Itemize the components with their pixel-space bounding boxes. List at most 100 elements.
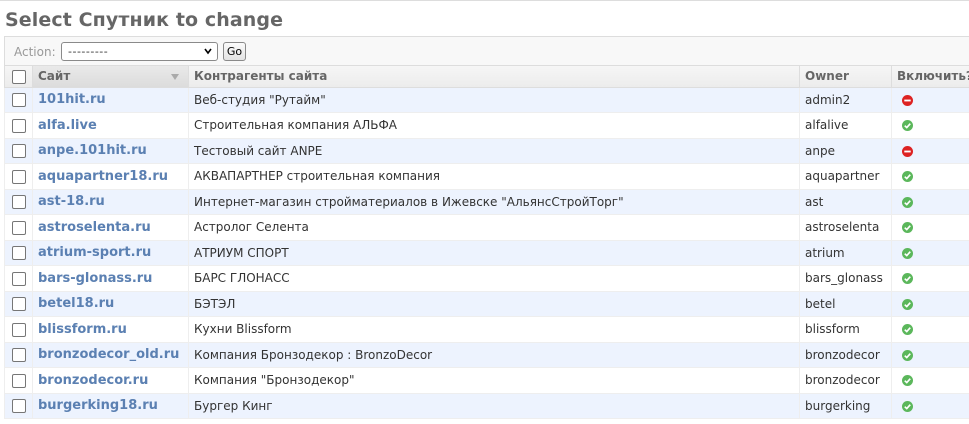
row-select-checkbox[interactable] <box>11 169 26 184</box>
site-link[interactable]: bars-glonass.ru <box>38 271 152 286</box>
row-select-checkbox[interactable] <box>11 348 26 362</box>
site-cell: anpe.101hit.ru <box>32 138 189 164</box>
row-select-cell <box>4 214 33 241</box>
row-select-cell <box>4 163 33 190</box>
site-link[interactable]: anpe.101hit.ru <box>38 143 147 158</box>
column-header-site[interactable]: Сайт <box>32 66 189 88</box>
contractor-cell: Бургер Кинг <box>188 393 800 419</box>
site-link[interactable]: betel18.ru <box>38 296 114 311</box>
row-select-checkbox[interactable] <box>11 297 26 311</box>
row-select-cell <box>4 138 33 164</box>
table-row: bars-glonass.ru БАРС ГЛОНАСС bars_glonass <box>4 265 969 292</box>
check-circle-icon <box>902 120 913 132</box>
row-select-cell <box>4 265 33 292</box>
check-circle-icon <box>902 324 913 336</box>
row-select-checkbox[interactable] <box>11 322 26 337</box>
contractor-cell: Строительная компания АЛЬФА <box>188 112 800 139</box>
row-select-checkbox[interactable] <box>11 373 26 388</box>
site-link[interactable]: blissform.ru <box>38 322 127 337</box>
column-header-owner[interactable]: Owner <box>799 66 892 88</box>
row-select-cell <box>4 87 33 113</box>
owner-cell: alfalive <box>799 112 892 139</box>
row-select-cell <box>4 367 33 394</box>
owner-cell: bars_glonass <box>799 265 892 292</box>
enabled-cell <box>891 163 969 190</box>
select-all-checkbox[interactable] <box>11 69 26 84</box>
actions-bar: Action: --------- Go <box>4 36 969 66</box>
site-link[interactable]: bronzodecor_old.ru <box>38 347 179 362</box>
column-header-owner-label: Owner <box>805 69 849 84</box>
owner-cell: bronzodecor <box>799 342 892 368</box>
site-link[interactable]: burgerking18.ru <box>38 398 158 413</box>
owner-cell: aquapartner <box>799 163 892 190</box>
contractor-cell: АКВАПАРТНЕР строительная компания <box>188 163 800 190</box>
row-select-checkbox[interactable] <box>11 195 26 209</box>
owner-cell: ast <box>799 189 892 215</box>
row-select-checkbox[interactable] <box>11 399 26 413</box>
action-label: Action: <box>14 45 56 59</box>
row-select-cell <box>4 189 33 215</box>
site-link[interactable]: 101hit.ru <box>38 92 106 107</box>
site-cell: betel18.ru <box>32 291 189 317</box>
site-cell: astroselenta.ru <box>32 214 189 241</box>
minus-circle-icon <box>902 94 913 106</box>
site-cell: bronzodecor_old.ru <box>32 342 189 368</box>
site-cell: ast-18.ru <box>32 189 189 215</box>
row-select-checkbox[interactable] <box>11 220 26 235</box>
sort-triangle-icon[interactable] <box>170 73 180 81</box>
top-divider <box>0 0 969 1</box>
table-row: astroselenta.ru Астролог Селента astrosele… <box>4 214 969 241</box>
enabled-cell <box>891 138 969 164</box>
enabled-cell <box>891 367 969 394</box>
owner-cell: burgerking <box>799 393 892 419</box>
enabled-cell <box>891 393 969 419</box>
check-circle-icon <box>902 400 913 412</box>
contractor-cell: Интернет-магазин стройматериалов в Ижевс… <box>188 189 800 215</box>
contractor-cell: БЭТЭЛ <box>188 291 800 317</box>
enabled-cell <box>891 291 969 317</box>
contractor-cell: Кухни Blissform <box>188 316 800 343</box>
row-select-cell <box>4 240 33 266</box>
row-select-checkbox[interactable] <box>11 271 26 286</box>
contractor-cell: Веб-студия "Рутайм" <box>188 87 800 113</box>
site-link[interactable]: astroselenta.ru <box>38 220 151 235</box>
owner-cell: atrium <box>799 240 892 266</box>
site-link[interactable]: bronzodecor.ru <box>38 373 148 388</box>
enabled-cell <box>891 189 969 215</box>
contractor-cell: Астролог Селента <box>188 214 800 241</box>
contractor-cell: БАРС ГЛОНАСС <box>188 265 800 292</box>
table-row: alfa.live Строительная компания АЛЬФА alfa… <box>4 112 969 139</box>
table-row: bronzodecor.ru Компания "Бронзодекор" bron… <box>4 367 969 394</box>
site-link[interactable]: atrium-sport.ru <box>38 245 151 260</box>
site-cell: 101hit.ru <box>32 87 189 113</box>
row-select-checkbox[interactable] <box>11 93 26 107</box>
contractor-cell: Компания Бронзодекор : BronzoDecor <box>188 342 800 368</box>
enabled-cell <box>891 316 969 343</box>
column-header-enabled[interactable]: Включить? <box>891 66 969 88</box>
page-title: Select Спутник to change <box>5 9 284 31</box>
table-row: burgerking18.ru Бургер Кинг burgerking <box>4 393 969 419</box>
site-cell: aquapartner18.ru <box>32 163 189 190</box>
owner-cell: betel <box>799 291 892 317</box>
row-select-checkbox[interactable] <box>11 246 26 260</box>
check-circle-icon <box>902 171 913 183</box>
row-select-checkbox[interactable] <box>11 144 26 158</box>
row-select-checkbox[interactable] <box>11 118 26 133</box>
site-link[interactable]: aquapartner18.ru <box>38 169 168 184</box>
table-header-row: Сайт Контрагенты сайта Owner Включить? <box>4 66 969 88</box>
site-link[interactable]: alfa.live <box>38 118 97 133</box>
go-button[interactable]: Go <box>223 42 246 61</box>
check-circle-icon <box>902 298 913 310</box>
column-header-contractors[interactable]: Контрагенты сайта <box>188 66 800 88</box>
site-cell: blissform.ru <box>32 316 189 343</box>
enabled-cell <box>891 214 969 241</box>
table-row: betel18.ru БЭТЭЛ betel <box>4 291 969 317</box>
check-circle-icon <box>902 247 913 259</box>
site-link[interactable]: ast-18.ru <box>38 194 105 209</box>
table-row: bronzodecor_old.ru Компания Бронзодекор :… <box>4 342 969 368</box>
owner-cell: anpe <box>799 138 892 164</box>
table-row: 101hit.ru Веб-студия "Рутайм" admin2 <box>4 87 969 113</box>
action-select[interactable]: --------- <box>61 42 218 61</box>
check-circle-icon <box>902 196 913 208</box>
owner-cell: bronzodecor <box>799 367 892 394</box>
